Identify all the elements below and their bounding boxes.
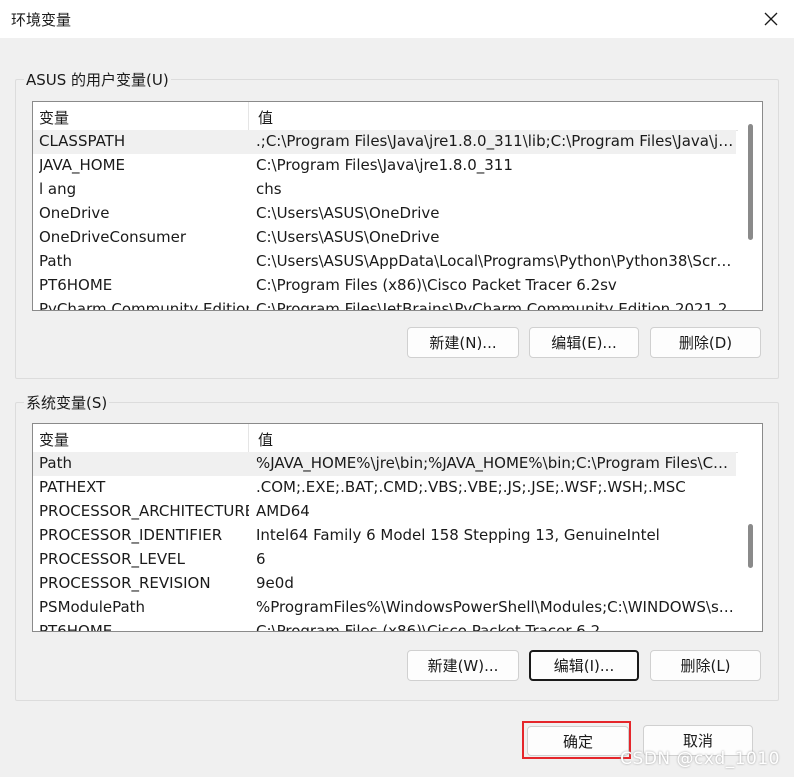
title-bar: 环境变量 [0, 0, 794, 38]
variable-value: .COM;.EXE;.BAT;.CMD;.VBS;.VBE;.JS;.JSE;.… [256, 478, 686, 496]
system-new-button[interactable]: 新建(W)... [407, 650, 519, 681]
column-header-name[interactable]: 变量 [39, 107, 69, 128]
watermark: CSDN @cxd_1010 [620, 749, 780, 769]
column-header-name[interactable]: 变量 [39, 429, 69, 450]
user-list-scrollbar[interactable] [738, 102, 762, 310]
variable-name: CLASSPATH [39, 132, 126, 150]
variable-name: PROCESSOR_REVISION [39, 574, 211, 592]
column-separator[interactable] [248, 102, 249, 130]
variable-value: chs [256, 180, 282, 198]
variable-name: PROCESSOR_LEVEL [39, 550, 185, 568]
list-header: 变量 值 [33, 102, 762, 131]
table-row[interactable]: Path %JAVA_HOME%\jre\bin;%JAVA_HOME%\bin;… [33, 452, 736, 476]
scrollbar-thumb[interactable] [748, 524, 753, 568]
user-new-button[interactable]: 新建(N)... [407, 327, 519, 358]
user-delete-button[interactable]: 删除(D) [650, 327, 761, 358]
table-row[interactable]: PROCESSOR_REVISION 9e0d [33, 572, 736, 596]
window-title: 环境变量 [11, 11, 72, 29]
ok-button-highlight [522, 721, 631, 759]
variable-name: PT6HOME [39, 276, 113, 294]
table-row[interactable]: Path C:\Users\ASUS\AppData\Local\Programs… [33, 250, 736, 274]
column-header-value[interactable]: 值 [258, 429, 273, 450]
system-list-scrollbar[interactable] [738, 424, 762, 631]
variable-value: C:\Users\ASUS\OneDrive [256, 228, 440, 246]
table-row[interactable]: PROCESSOR_ARCHITECTURE AMD64 [33, 500, 736, 524]
variable-name: JAVA_HOME [39, 156, 126, 174]
variable-name: Path [39, 454, 72, 472]
list-header: 变量 值 [33, 424, 762, 453]
table-row[interactable]: OneDriveConsumer C:\Users\ASUS\OneDrive [33, 226, 736, 250]
user-edit-button[interactable]: 编辑(E)... [529, 327, 639, 358]
variable-value: %ProgramFiles%\WindowsPowerShell\Modules… [256, 598, 734, 616]
variable-value: AMD64 [256, 502, 310, 520]
variable-name: OneDriveConsumer [39, 228, 187, 246]
table-row[interactable]: PT6HOME C:\Program Files (x86)\Cisco Pack… [33, 620, 736, 632]
variable-name: OneDrive [39, 204, 110, 222]
user-variables-label: ASUS 的用户变量(U) [24, 69, 171, 90]
variable-value: C:\Program Files\Java\jre1.8.0_311 [256, 156, 513, 174]
variable-name: PROCESSOR_IDENTIFIER [39, 526, 223, 544]
system-delete-button[interactable]: 删除(L) [650, 650, 761, 681]
variable-value: 6 [256, 550, 266, 568]
variable-value: %JAVA_HOME%\jre\bin;%JAVA_HOME%\bin;C:\P… [256, 454, 734, 472]
variable-value: .;C:\Program Files\Java\jre1.8.0_311\lib… [256, 132, 734, 150]
variable-name: PT6HOME [39, 622, 113, 632]
table-row[interactable]: PSModulePath %ProgramFiles%\WindowsPowerS… [33, 596, 736, 620]
table-row[interactable]: PyCharm Community Edition C:\Program File… [33, 298, 736, 311]
close-button[interactable] [748, 0, 794, 38]
table-row[interactable]: PROCESSOR_IDENTIFIER Intel64 Family 6 Mod… [33, 524, 736, 548]
variable-value: 9e0d [256, 574, 294, 592]
variable-value: Intel64 Family 6 Model 158 Stepping 13, … [256, 526, 660, 544]
system-edit-button[interactable]: 编辑(I)... [529, 650, 639, 681]
close-icon [764, 12, 778, 26]
column-separator[interactable] [248, 424, 249, 452]
table-row[interactable]: PT6HOME C:\Program Files (x86)\Cisco Pack… [33, 274, 736, 298]
table-row[interactable]: PATHEXT .COM;.EXE;.BAT;.CMD;.VBS;.VBE;.JS… [33, 476, 736, 500]
scrollbar-thumb[interactable] [748, 124, 753, 240]
variable-value: C:\Program Files\JetBrains\PyCharm Commu… [256, 300, 728, 311]
variable-name: PyCharm Community Edition [39, 300, 249, 311]
variable-name: Path [39, 252, 72, 270]
variable-value: C:\Program Files (x86)\Cisco Packet Trac… [256, 276, 617, 294]
variable-name: l ang [39, 180, 77, 198]
table-row[interactable]: JAVA_HOME C:\Program Files\Java\jre1.8.0_… [33, 154, 736, 178]
system-variables-list[interactable]: 变量 值 Path %JAVA_HOME%\jre\bin;%JAVA_HOME%… [32, 423, 763, 632]
variable-name: PSModulePath [39, 598, 146, 616]
variable-name: PATHEXT [39, 478, 106, 496]
system-variables-label: 系统变量(S) [24, 392, 110, 413]
variable-value: C:\Program Files (x86)\Cisco Packet Trac… [256, 622, 601, 632]
variable-value: C:\Users\ASUS\OneDrive [256, 204, 440, 222]
user-variables-list[interactable]: 变量 值 CLASSPATH .;C:\Program Files\Java\jr… [32, 101, 763, 311]
variable-name: PROCESSOR_ARCHITECTURE [39, 502, 249, 520]
table-row[interactable]: OneDrive C:\Users\ASUS\OneDrive [33, 202, 736, 226]
table-row[interactable]: l ang chs [33, 178, 736, 202]
variable-value: C:\Users\ASUS\AppData\Local\Programs\Pyt… [256, 252, 734, 270]
column-header-value[interactable]: 值 [258, 107, 273, 128]
table-row[interactable]: PROCESSOR_LEVEL 6 [33, 548, 736, 572]
table-row[interactable]: CLASSPATH .;C:\Program Files\Java\jre1.8.… [33, 130, 736, 154]
